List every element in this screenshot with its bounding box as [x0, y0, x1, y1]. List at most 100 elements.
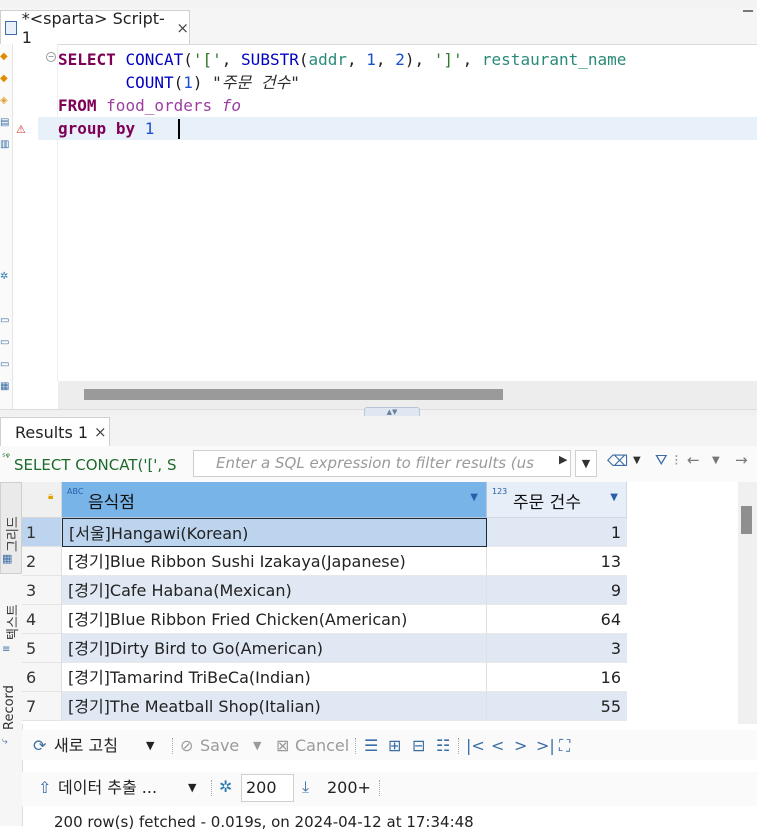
editor-side-toolbar: ◆ ◆ ◈ ▤ ▥ ✲ ▭ ▭ ▭ ▦ [0, 44, 13, 414]
close-icon[interactable]: × [176, 19, 189, 37]
back-icon[interactable]: ← [687, 451, 700, 469]
chevron-down-icon[interactable]: ▼ [253, 735, 261, 757]
table-row[interactable]: 1 [서울]Hangawi(Korean) 1 [22, 518, 627, 547]
gear-icon[interactable]: ✲ [219, 776, 232, 798]
table-row[interactable]: 3 [경기]Cafe Habana(Mexican) 9 [22, 576, 627, 605]
fetch-next-icon[interactable]: ⤓ [302, 776, 309, 798]
editor-scrollbar-thumb[interactable] [84, 389, 503, 400]
chevron-down-icon[interactable]: ▼ [146, 735, 154, 757]
cell-order-count[interactable]: 1 [487, 518, 627, 547]
cell-restaurant[interactable]: [경기]Blue Ribbon Sushi Izakaya(Japanese) [62, 547, 487, 576]
cell-restaurant[interactable]: [경기]The Meatball Shop(Italian) [62, 692, 487, 721]
import-icon[interactable]: ▭ [0, 338, 10, 348]
fold-toggle-icon[interactable]: − [46, 52, 56, 62]
text-type-icon: ABC [67, 487, 84, 496]
lock-icon: 🔒︎ [48, 491, 54, 502]
save-button[interactable]: Save [200, 735, 239, 757]
run-script-icon[interactable]: ◆ [0, 74, 10, 84]
filter-history-dropdown[interactable]: ▼ [575, 450, 597, 477]
cell-restaurant[interactable]: [경기]Dirty Bird to Go(American) [62, 634, 487, 663]
chevron-down-icon[interactable]: ▼ [188, 777, 196, 799]
toolbar-separator [355, 738, 357, 754]
cell-order-count[interactable]: 3 [487, 634, 627, 663]
column-label: 주문 건수 [513, 493, 581, 513]
cell-order-count[interactable]: 9 [487, 576, 627, 605]
refresh-button[interactable]: 새로 고침 [54, 735, 118, 757]
refresh-icon[interactable]: ⟳ [33, 735, 46, 757]
table-row[interactable]: 5 [경기]Dirty Bird to Go(American) 3 [22, 634, 627, 663]
chevron-down-icon[interactable]: ▼ [633, 452, 641, 470]
rollback-icon[interactable]: ▥ [0, 140, 10, 150]
filter-expression-input[interactable]: Enter a SQL expression to filter results… [193, 450, 571, 477]
copy-row-icon[interactable]: ⊟ [412, 735, 425, 757]
separator-icon: ⁝ [674, 451, 679, 469]
cell-restaurant[interactable]: [경기]Blue Ribbon Fried Chicken(American) [62, 605, 487, 634]
row-number: 7 [22, 692, 62, 721]
column-header-restaurant[interactable]: ABC 음식점 ▼ [62, 482, 487, 518]
text-view-label[interactable]: 텍스트 [2, 604, 21, 640]
grid-scrollbar-thumb[interactable] [741, 506, 752, 534]
cell-order-count[interactable]: 16 [487, 663, 627, 692]
add-row-icon[interactable]: ⊞ [388, 735, 401, 757]
export-icon[interactable]: ▭ [0, 316, 10, 326]
commit-icon[interactable]: ▤ [0, 118, 10, 128]
first-page-icon[interactable]: |< [466, 735, 485, 757]
last-page-icon[interactable]: >| [536, 735, 555, 757]
cell-restaurant[interactable]: [경기]Cafe Habana(Mexican) [62, 576, 487, 605]
previous-icon[interactable]: < [491, 735, 504, 757]
edit-row-icon[interactable]: ☰ [364, 735, 378, 757]
cell-order-count[interactable]: 13 [487, 547, 627, 576]
forward-icon[interactable]: → [735, 451, 748, 469]
column-header-order-count[interactable]: 123 주문 건수 ▼ [487, 482, 627, 518]
row-number: 6 [22, 663, 62, 692]
table-row[interactable]: 2 [경기]Blue Ribbon Sushi Izakaya(Japanese… [22, 547, 627, 576]
cell-order-count[interactable]: 64 [487, 605, 627, 634]
fetch-more-button[interactable]: 200+ [327, 777, 371, 799]
gear-icon[interactable]: ✲ [0, 272, 10, 282]
delete-row-icon[interactable]: ☷ [436, 735, 450, 757]
status-bar-text: 200 row(s) fetched - 0.019s, on 2024-04-… [54, 813, 474, 831]
fit-columns-icon[interactable]: ⛶ [559, 735, 570, 757]
row-number: 3 [22, 576, 62, 605]
number-type-icon: 123 [492, 487, 508, 496]
sql-editor[interactable]: SELECT CONCAT('[', SUBSTR(addr, 1, 2), '… [58, 44, 757, 381]
table-row[interactable]: 6 [경기]Tamarind TriBeCa(Indian) 16 [22, 663, 627, 692]
eraser-icon[interactable]: ⌫ [607, 452, 628, 470]
export-data-button[interactable]: 데이터 추출 ... [58, 777, 157, 799]
text-view-icon: ≡ [2, 644, 11, 655]
history-icon[interactable]: ▭ [0, 360, 10, 370]
sort-dropdown-icon[interactable]: ▼ [470, 492, 478, 503]
outline-icon[interactable]: ▦ [0, 382, 10, 392]
toolbar-separator [458, 738, 460, 754]
code-line-3: FROM food_orders fo [58, 96, 242, 115]
row-number: 2 [22, 547, 62, 576]
grid-view-label[interactable]: 그리드 [2, 516, 21, 552]
run-icon[interactable]: ◆ [0, 52, 10, 62]
minimize-icon[interactable] [743, 10, 753, 16]
editor-tab-script-1[interactable]: *<sparta> Script-1 × [0, 9, 190, 47]
chevron-down-icon[interactable]: ▼ [712, 452, 720, 470]
sql-file-icon [5, 20, 17, 35]
filter-icon[interactable]: ⛛ [655, 451, 668, 469]
apply-filter-icon[interactable]: ▶ [559, 453, 567, 466]
cell-restaurant[interactable]: [경기]Tamarind TriBeCa(Indian) [62, 663, 487, 692]
sort-dropdown-icon[interactable]: ▼ [610, 492, 618, 503]
record-view-label[interactable]: Record [2, 685, 17, 730]
tab-results-1[interactable]: Results 1 × [0, 417, 110, 446]
editor-gutter [13, 44, 58, 381]
row-number-header[interactable]: 🔒︎ [22, 482, 62, 518]
executed-query-label[interactable]: SELECT CONCAT('[', S [14, 451, 188, 479]
cell-restaurant[interactable]: [서울]Hangawi(Korean) [62, 518, 487, 547]
row-number: 4 [22, 605, 62, 634]
cancel-button[interactable]: Cancel [295, 735, 349, 757]
table-row[interactable]: 4 [경기]Blue Ribbon Fried Chicken(American… [22, 605, 627, 634]
export-icon[interactable]: ⇧ [38, 777, 51, 799]
cell-order-count[interactable]: 55 [487, 692, 627, 721]
close-icon[interactable]: × [94, 423, 107, 441]
table-row[interactable]: 7 [경기]The Meatball Shop(Italian) 55 [22, 692, 627, 721]
explain-icon[interactable]: ◈ [0, 96, 10, 106]
code-line-1: SELECT CONCAT('[', SUBSTR(addr, 1, 2), '… [58, 50, 627, 69]
fetch-size-input[interactable]: 200 [241, 774, 294, 802]
results-tab-bar [0, 416, 757, 447]
next-icon[interactable]: > [514, 735, 527, 757]
